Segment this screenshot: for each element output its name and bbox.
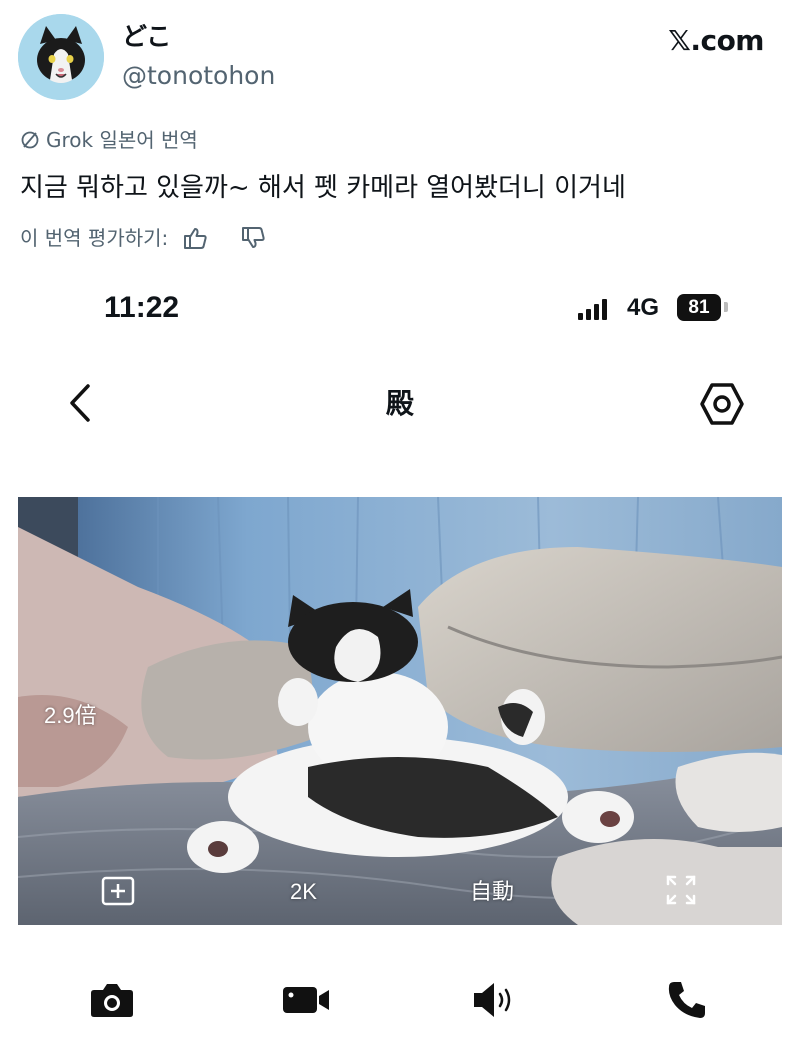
battery-level: 81	[677, 294, 721, 321]
speaker-icon	[474, 983, 511, 1017]
battery-tip	[724, 302, 728, 312]
tweet-text: 지금 뭐하고 있을까~ 해서 펫 카메라 열어봤더니 이거네	[20, 173, 626, 203]
display-name[interactable]: どこ	[122, 22, 171, 52]
thumbs-up-icon	[184, 228, 207, 249]
add-button[interactable]	[100, 875, 136, 907]
plus-square-icon	[101, 876, 135, 906]
thumbs-up-button[interactable]	[182, 226, 208, 250]
network-type: 4G	[627, 294, 660, 321]
settings-button[interactable]	[696, 378, 748, 430]
thumbs-down-button[interactable]	[240, 226, 266, 250]
camera-icon	[91, 984, 133, 1017]
zoom-level: 2.9倍	[44, 703, 97, 728]
rate-translation-row: 이 번역 평가하기:	[20, 224, 266, 252]
translation-label: Grok 일본어 번역	[46, 128, 198, 152]
speaker-button[interactable]	[470, 978, 518, 1022]
hexagon-settings-icon	[700, 383, 744, 425]
expand-icon	[666, 875, 696, 905]
camera-feed[interactable]: 2.9倍 2K 自動	[18, 497, 782, 925]
rate-prompt: 이 번역 평가하기:	[20, 226, 169, 250]
cat-avatar-icon	[18, 14, 104, 100]
record-button[interactable]	[282, 978, 330, 1022]
translation-label-row: Grok 일본어 번역	[20, 126, 198, 154]
mode-selector[interactable]: 自動	[470, 877, 514, 907]
camera-title: 殿	[385, 387, 414, 420]
video-camera-icon	[283, 987, 329, 1013]
thumbs-down-icon	[242, 227, 265, 248]
signal-bars-icon	[578, 298, 607, 320]
cat-video-image	[18, 497, 782, 925]
slashed-circle-icon	[21, 131, 39, 149]
back-button[interactable]	[62, 380, 102, 426]
chevron-left-icon	[70, 384, 90, 422]
quality-selector[interactable]: 2K	[290, 877, 317, 907]
call-button[interactable]	[664, 978, 712, 1022]
avatar[interactable]	[18, 14, 104, 100]
user-handle[interactable]: @tonotohon	[122, 60, 275, 92]
fullscreen-button[interactable]	[664, 873, 698, 907]
phone-icon	[668, 982, 705, 1018]
x-site-label: 𝕏.com	[668, 24, 764, 57]
snapshot-button[interactable]	[88, 978, 136, 1022]
status-time: 11:22	[104, 291, 180, 324]
